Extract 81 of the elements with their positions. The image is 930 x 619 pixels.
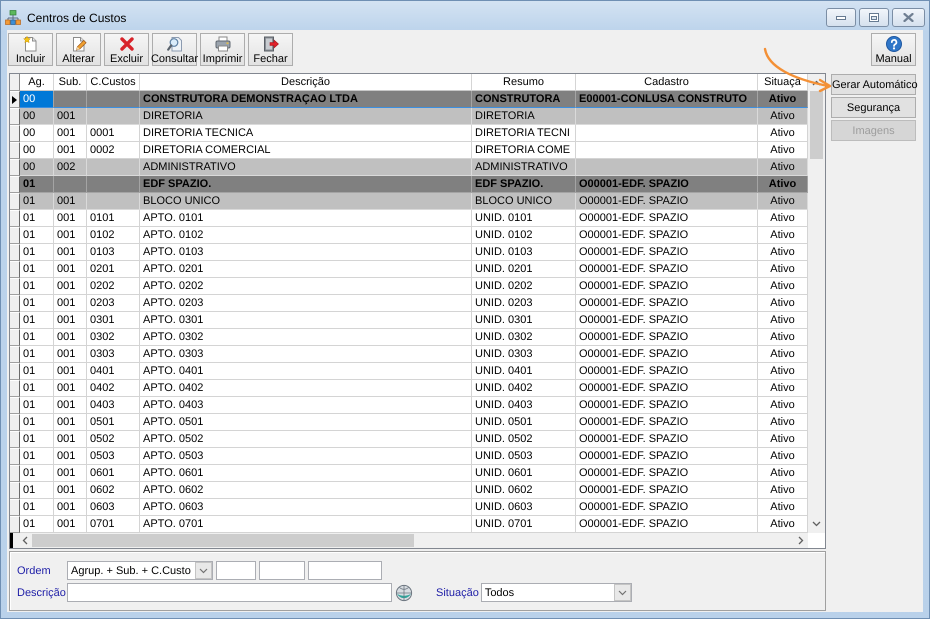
action-button[interactable]: Gerar Automático xyxy=(831,74,916,95)
table-row[interactable]: 01 001 0602 APTO. 0602 UNID. 0602 O00001-EDF. SPAZIO Ativo xyxy=(10,482,808,499)
globe-icon[interactable] xyxy=(395,584,413,602)
column-header[interactable]: Sub. xyxy=(54,74,87,91)
table-row[interactable]: 01 001 BLOCO UNICO BLOCO UNICO O00001-EDF. SPAZIO Ativo xyxy=(10,193,808,210)
chevron-left-icon[interactable] xyxy=(22,536,28,545)
new-button[interactable]: Incluir xyxy=(8,33,53,66)
field-label: Descrição xyxy=(17,586,67,598)
edit-button[interactable]: Alterar xyxy=(56,33,101,66)
table-row[interactable]: 01 001 0202 APTO. 0202 UNID. 0202 O00001-EDF. SPAZIO Ativo xyxy=(10,278,808,295)
table-row[interactable]: 01 001 0203 APTO. 0203 UNID. 0203 O00001-EDF. SPAZIO Ativo xyxy=(10,295,808,312)
chevron-down-icon[interactable] xyxy=(195,562,212,579)
table-row[interactable]: 01 001 0501 APTO. 0501 UNID. 0501 O00001-EDF. SPAZIO Ativo xyxy=(10,414,808,431)
column-header[interactable]: Resumo xyxy=(472,74,576,91)
chevron-right-icon[interactable] xyxy=(798,536,804,545)
new-document-icon xyxy=(22,36,38,52)
table-row[interactable]: 01 001 0102 APTO. 0102 UNID. 0102 O00001-EDF. SPAZIO Ativo xyxy=(10,227,808,244)
table-row[interactable]: 01 001 0502 APTO. 0502 UNID. 0502 O00001-EDF. SPAZIO Ativo xyxy=(10,431,808,448)
table-row[interactable]: 01 001 0603 APTO. 0603 UNID. 0603 O00001-EDF. SPAZIO Ativo xyxy=(10,499,808,516)
field-label: Situação xyxy=(436,586,479,598)
scrollbar-edge xyxy=(10,533,13,548)
close-button[interactable]: Fechar xyxy=(248,33,293,66)
current-row-icon xyxy=(12,96,17,104)
scrollbar-thumb[interactable] xyxy=(32,534,414,547)
action-button[interactable]: Segurança xyxy=(831,97,916,118)
search-button[interactable]: Consultar xyxy=(152,33,197,66)
row-header[interactable] xyxy=(10,91,20,108)
table-row[interactable]: 01 001 0403 APTO. 0403 UNID. 0403 O00001-EDF. SPAZIO Ativo xyxy=(10,397,808,414)
help-icon xyxy=(886,36,902,52)
table-row[interactable]: 01 001 0503 APTO. 0503 UNID. 0503 O00001-EDF. SPAZIO Ativo xyxy=(10,448,808,465)
vertical-scrollbar[interactable] xyxy=(808,74,825,533)
table-row[interactable]: 00 001 0001 DIRETORIA TECNICA DIRETORIA TECNI Ativo xyxy=(10,125,808,142)
printer-icon xyxy=(214,36,230,52)
input-field[interactable] xyxy=(67,583,392,602)
dropdown[interactable]: Todos xyxy=(480,583,632,602)
table-row[interactable]: 00 002 ADMINISTRATIVO ADMINISTRATIVO Ativo xyxy=(10,159,808,176)
column-header[interactable]: Ag. xyxy=(20,74,54,91)
print-button[interactable]: Imprimir xyxy=(200,33,245,66)
table-row[interactable]: 00 001 DIRETORIA DIRETORIA Ativo xyxy=(10,108,808,125)
table-row[interactable]: 01 001 0101 APTO. 0101 UNID. 0101 O00001-EDF. SPAZIO Ativo xyxy=(10,210,808,227)
column-header[interactable]: Descrição xyxy=(140,74,472,91)
chevron-down-icon[interactable] xyxy=(614,584,631,601)
search-icon xyxy=(166,36,182,52)
window-close-button[interactable] xyxy=(892,8,925,27)
table-row[interactable]: 00 001 0002 DIRETORIA COMERCIAL DIRETORIA COME Ativo xyxy=(10,142,808,159)
horizontal-scrollbar[interactable] xyxy=(10,533,825,548)
input-field[interactable] xyxy=(216,561,256,580)
window-title: Centros de Custos xyxy=(27,10,126,26)
table-row[interactable]: 01 001 0701 APTO. 0701 UNID. 0701 O00001-EDF. SPAZIO Ativo xyxy=(10,516,808,533)
field-label: Ordem xyxy=(17,564,52,576)
dropdown[interactable]: Agrup. + Sub. + C.Custo xyxy=(67,561,213,580)
table-row[interactable]: 00 CONSTRUTORA DEMONSTRAÇAO LTDA CONSTRUTORA E00001-CONLUSA CONSTRUTO Ativo xyxy=(10,91,808,108)
table-cell: 00 xyxy=(20,91,54,108)
column-header[interactable]: Cadastro xyxy=(576,74,758,91)
minimize-icon xyxy=(836,16,846,20)
table-row[interactable]: 01 001 0301 APTO. 0301 UNID. 0301 O00001-EDF. SPAZIO Ativo xyxy=(10,312,808,329)
table-row[interactable]: 01 001 0302 APTO. 0302 UNID. 0302 O00001-EDF. SPAZIO Ativo xyxy=(10,329,808,346)
close-icon xyxy=(903,13,914,22)
table-row[interactable]: 01 001 0303 APTO. 0303 UNID. 0303 O00001-EDF. SPAZIO Ativo xyxy=(10,346,808,363)
input-field[interactable] xyxy=(308,561,382,580)
delete-button[interactable]: Excluir xyxy=(104,33,149,66)
maximize-button[interactable] xyxy=(859,8,889,27)
minimize-button[interactable] xyxy=(826,8,856,27)
table-row[interactable]: 01 001 0402 APTO. 0402 UNID. 0402 O00001-EDF. SPAZIO Ativo xyxy=(10,380,808,397)
cross-icon xyxy=(118,36,134,52)
column-header[interactable]: Situaçã xyxy=(758,74,808,91)
chevron-up-icon[interactable] xyxy=(812,80,821,86)
table-row[interactable]: 01 001 0601 APTO. 0601 UNID. 0601 O00001-EDF. SPAZIO Ativo xyxy=(10,465,808,482)
table-row[interactable]: 01 001 0401 APTO. 0401 UNID. 0401 O00001-EDF. SPAZIO Ativo xyxy=(10,363,808,380)
input-field[interactable] xyxy=(259,561,305,580)
hierarchy-icon xyxy=(5,10,21,26)
document-pencil-icon xyxy=(70,36,86,52)
scrollbar-thumb[interactable] xyxy=(810,91,823,159)
chevron-down-icon[interactable] xyxy=(812,521,821,527)
table-row[interactable]: 01 001 0103 APTO. 0103 UNID. 0103 O00001-EDF. SPAZIO Ativo xyxy=(10,244,808,261)
table-row[interactable]: 01 001 0201 APTO. 0201 UNID. 0201 O00001-EDF. SPAZIO Ativo xyxy=(10,261,808,278)
exit-door-icon xyxy=(262,36,278,52)
maximize-icon xyxy=(869,13,879,22)
table-row[interactable]: 01 EDF SPAZIO. EDF SPAZIO. O00001-EDF. SPAZIO Ativo xyxy=(10,176,808,193)
column-header[interactable]: C.Custos xyxy=(87,74,140,91)
help-button[interactable]: Manual xyxy=(871,33,916,66)
